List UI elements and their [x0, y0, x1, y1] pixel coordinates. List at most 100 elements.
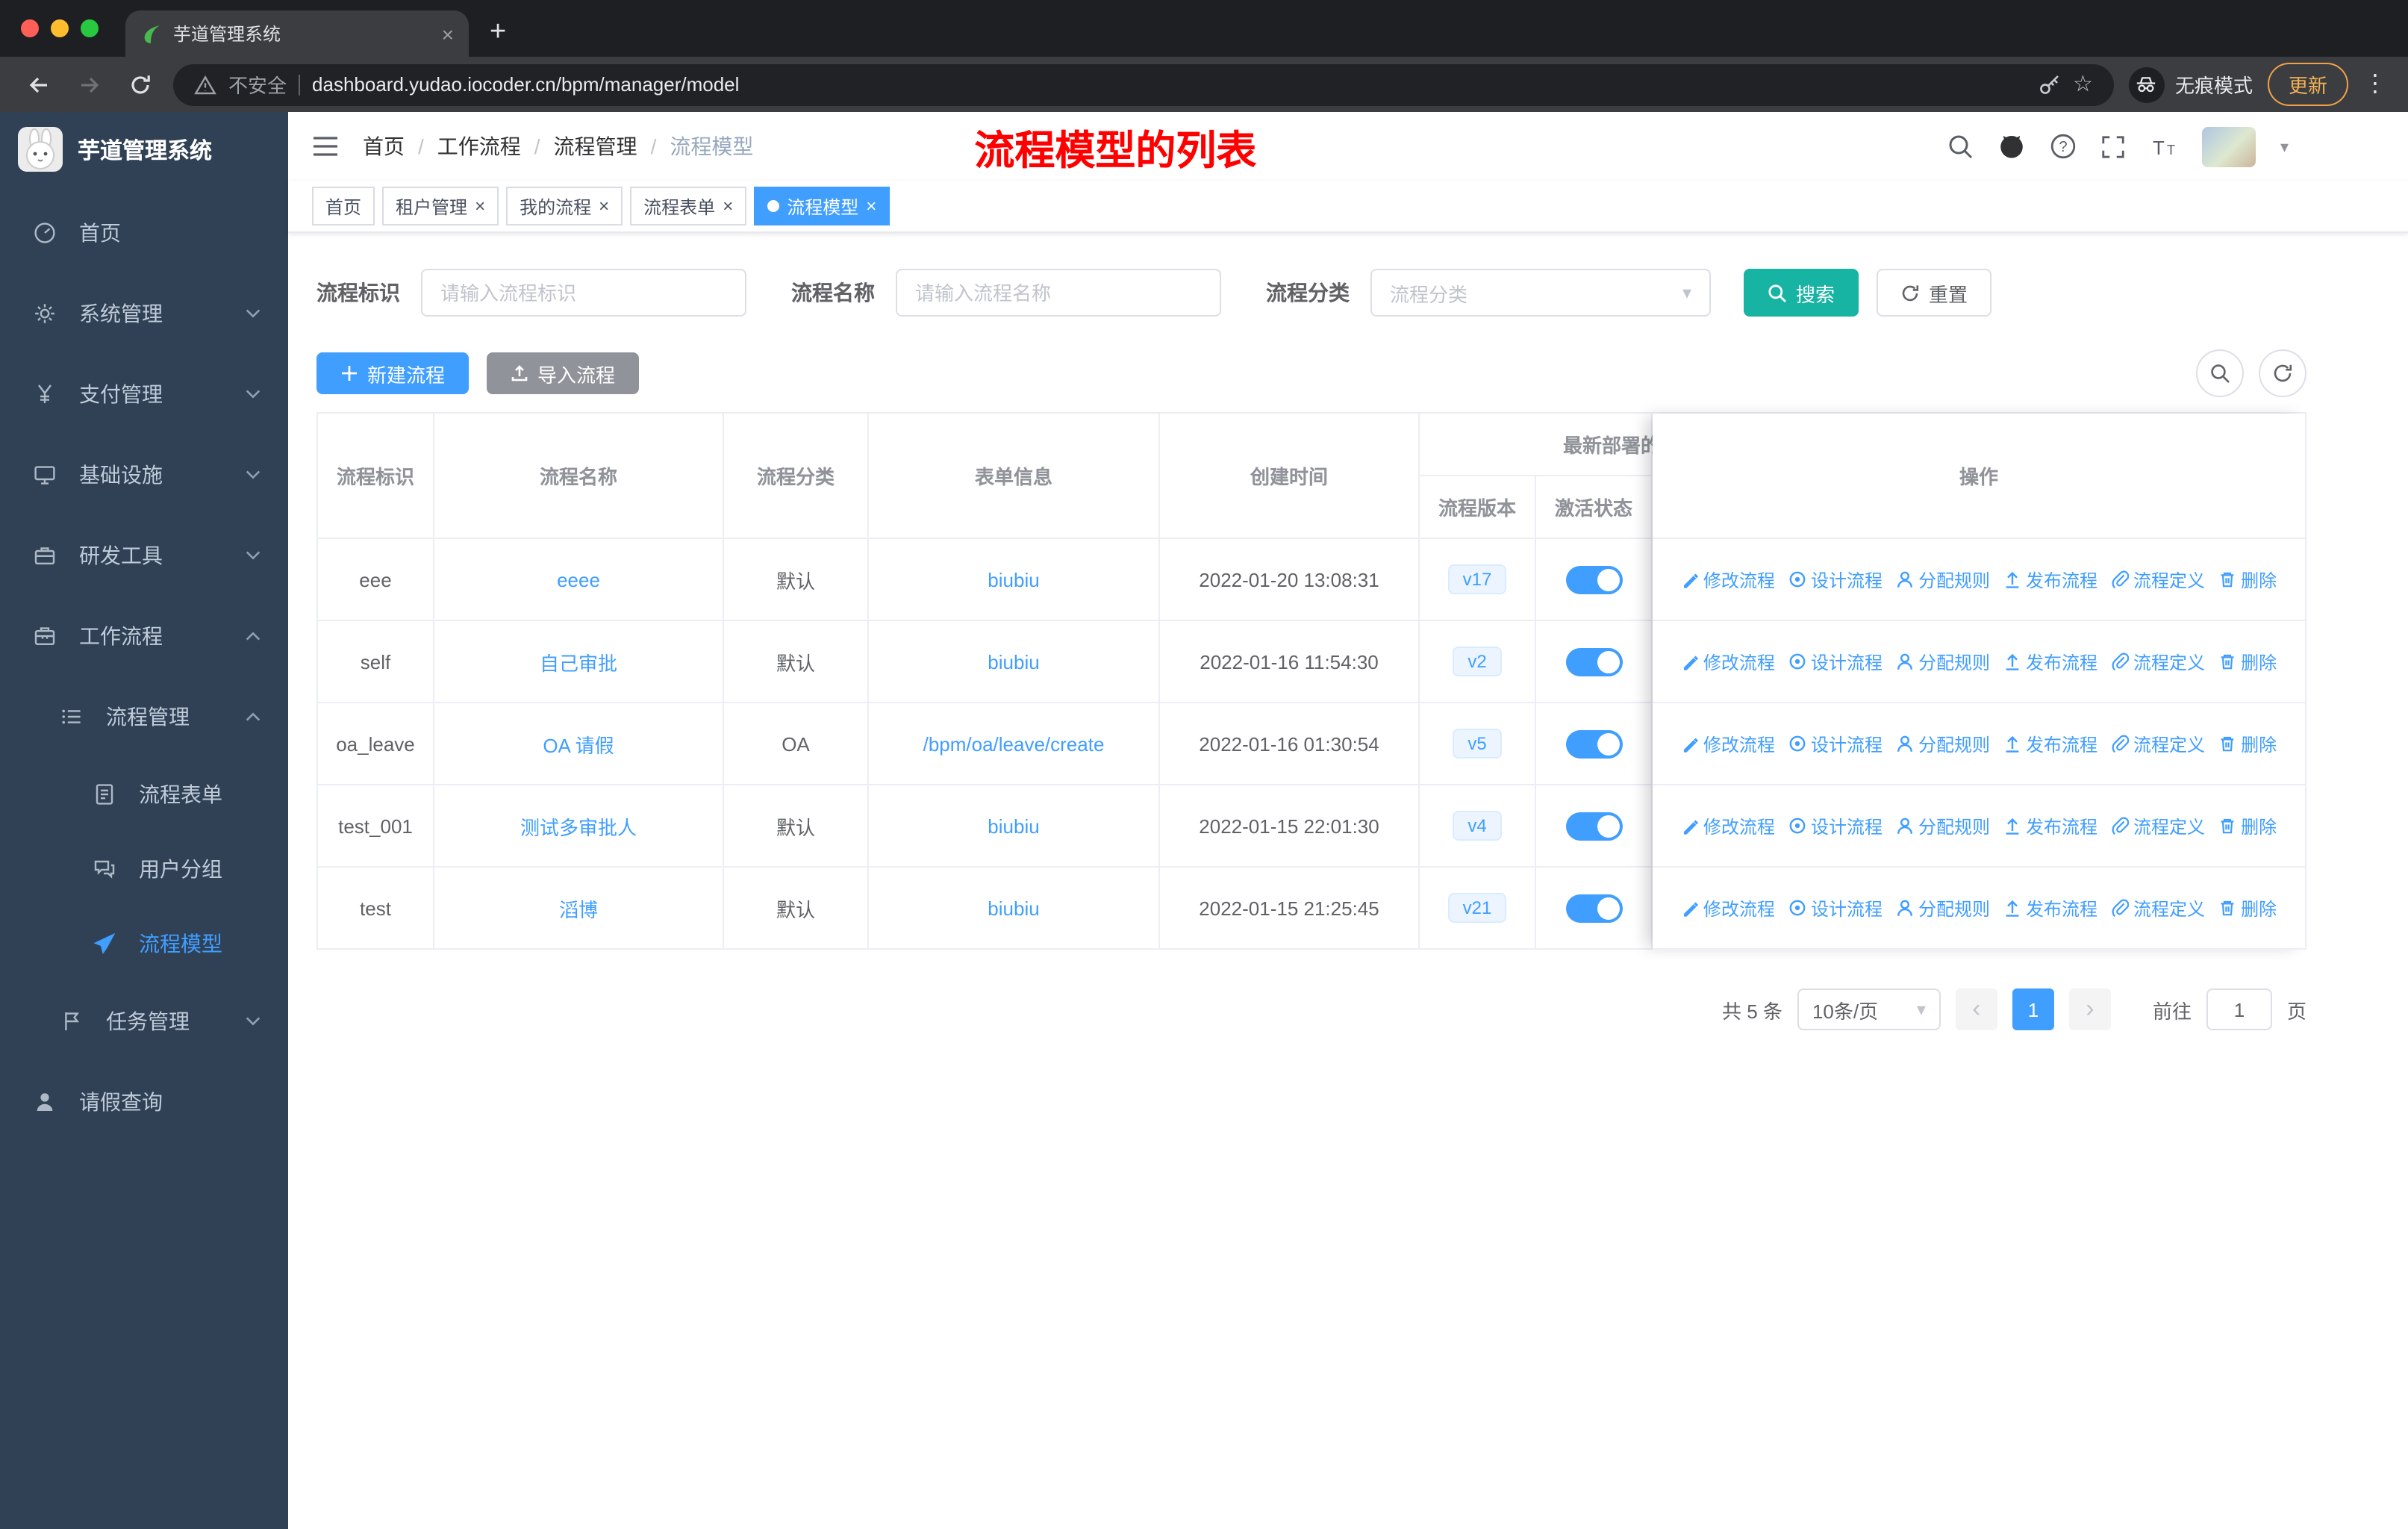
minimize-window-button[interactable] [51, 19, 69, 37]
action-update[interactable]: 修改流程 [1681, 649, 1775, 674]
close-icon[interactable]: × [866, 197, 876, 215]
active-toggle[interactable] [1565, 729, 1622, 758]
goto-page-input[interactable] [2206, 988, 2272, 1030]
model-name-link[interactable]: 测试多审批人 [520, 812, 637, 840]
active-toggle[interactable] [1565, 894, 1622, 922]
model-name-link[interactable]: OA 请假 [543, 729, 614, 758]
browser-tab[interactable]: 芋道管理系统 × [125, 10, 469, 57]
action-design[interactable]: 设计流程 [1788, 731, 1883, 756]
close-icon[interactable]: × [599, 197, 609, 215]
form-info-link[interactable]: biubiu [988, 568, 1039, 591]
forward-button[interactable] [72, 66, 107, 102]
close-window-button[interactable] [21, 19, 39, 37]
form-info-link[interactable]: biubiu [988, 897, 1039, 919]
action-publish[interactable]: 发布流程 [2003, 649, 2097, 674]
action-delete[interactable]: 删除 [2218, 895, 2277, 921]
action-publish[interactable]: 发布流程 [2003, 895, 2097, 921]
tag-home[interactable]: 首页 [312, 187, 375, 225]
action-definition[interactable]: 流程定义 [2111, 895, 2205, 921]
active-toggle[interactable] [1565, 565, 1622, 594]
action-update[interactable]: 修改流程 [1681, 895, 1775, 921]
sidebar-item-user-group[interactable]: 用户分组 [0, 832, 288, 906]
breadcrumb-home[interactable]: 首页 [363, 131, 405, 161]
search-icon[interactable] [1947, 133, 1974, 160]
form-info-link[interactable]: /bpm/oa/leave/create [923, 732, 1105, 755]
action-assign-rule[interactable]: 分配规则 [1896, 731, 1990, 756]
bookmark-star-icon[interactable]: ☆ [2073, 73, 2093, 96]
action-update[interactable]: 修改流程 [1681, 731, 1775, 756]
category-select[interactable]: 流程分类 ▾ [1370, 269, 1711, 317]
help-icon[interactable]: ? [2050, 133, 2077, 160]
sidebar-item-payment[interactable]: 支付管理 [0, 354, 288, 435]
refresh-button[interactable] [2259, 349, 2306, 397]
sidebar-item-infra[interactable]: 基础设施 [0, 435, 288, 515]
action-assign-rule[interactable]: 分配规则 [1896, 649, 1990, 674]
tag-my-process[interactable]: 我的流程 × [506, 187, 623, 225]
fullscreen-icon[interactable] [2101, 134, 2127, 159]
tag-process-form[interactable]: 流程表单 × [630, 187, 747, 225]
browser-menu-icon[interactable]: ⋮ [2363, 72, 2387, 96]
new-tab-button[interactable]: + [490, 18, 506, 46]
font-size-icon[interactable]: TT [2150, 134, 2179, 159]
sidebar-item-home[interactable]: 首页 [0, 193, 288, 273]
action-definition[interactable]: 流程定义 [2111, 649, 2205, 674]
action-design[interactable]: 设计流程 [1788, 813, 1883, 838]
action-definition[interactable]: 流程定义 [2111, 567, 2205, 592]
process-name-input[interactable] [896, 269, 1221, 317]
action-design[interactable]: 设计流程 [1788, 567, 1883, 592]
action-delete[interactable]: 删除 [2218, 649, 2277, 674]
action-assign-rule[interactable]: 分配规则 [1896, 567, 1990, 592]
close-icon[interactable]: × [723, 197, 733, 215]
action-delete[interactable]: 删除 [2218, 813, 2277, 838]
back-button[interactable] [21, 66, 57, 102]
action-publish[interactable]: 发布流程 [2003, 567, 2097, 592]
page-1-button[interactable]: 1 [2012, 988, 2054, 1030]
sidebar-item-leave-query[interactable]: 请假查询 [0, 1062, 288, 1142]
search-button[interactable]: 搜索 [1744, 269, 1859, 317]
sidebar-item-task-mgmt[interactable]: 任务管理 [0, 981, 288, 1062]
action-update[interactable]: 修改流程 [1681, 813, 1775, 838]
form-info-link[interactable]: biubiu [988, 815, 1039, 837]
active-toggle[interactable] [1565, 647, 1622, 676]
action-assign-rule[interactable]: 分配规则 [1896, 813, 1990, 838]
sidebar-item-process-model[interactable]: 流程模型 [0, 906, 288, 981]
tag-tenant-mgmt[interactable]: 租户管理 × [382, 187, 499, 225]
process-key-input[interactable] [421, 269, 746, 317]
model-name-link[interactable]: eeee [557, 568, 600, 591]
chevron-down-icon[interactable]: ▾ [2280, 137, 2289, 156]
close-icon[interactable]: × [475, 197, 485, 215]
show-search-button[interactable] [2196, 349, 2244, 397]
reset-button[interactable]: 重置 [1877, 269, 1992, 317]
action-definition[interactable]: 流程定义 [2111, 731, 2205, 756]
maximize-window-button[interactable] [81, 19, 99, 37]
github-icon[interactable] [1998, 133, 2027, 160]
url-bar[interactable]: 不安全 dashboard.yudao.iocoder.cn/bpm/manag… [173, 63, 2114, 105]
action-publish[interactable]: 发布流程 [2003, 731, 2097, 756]
breadcrumb-process-mgmt[interactable]: 流程管理 [554, 131, 637, 161]
tag-process-model[interactable]: 流程模型 × [754, 187, 890, 225]
action-design[interactable]: 设计流程 [1788, 895, 1883, 921]
sidebar-item-process-mgmt[interactable]: 流程管理 [0, 676, 288, 757]
sidebar-item-process-form[interactable]: 流程表单 [0, 757, 288, 832]
import-process-button[interactable]: 导入流程 [487, 352, 640, 394]
tab-close-icon[interactable]: × [442, 22, 454, 46]
update-button[interactable]: 更新 [2267, 63, 2348, 106]
next-page-button[interactable]: › [2068, 988, 2111, 1030]
security-label[interactable]: 不安全 [228, 70, 287, 99]
action-delete[interactable]: 删除 [2218, 567, 2277, 592]
prev-page-button[interactable]: ‹ [1955, 988, 1997, 1030]
form-info-link[interactable]: biubiu [988, 650, 1039, 673]
action-definition[interactable]: 流程定义 [2111, 813, 2205, 838]
model-name-link[interactable]: 自己审批 [540, 647, 617, 676]
sidebar-item-workflow[interactable]: 工作流程 [0, 596, 288, 676]
action-design[interactable]: 设计流程 [1788, 649, 1883, 674]
hamburger-icon[interactable] [312, 134, 339, 158]
action-publish[interactable]: 发布流程 [2003, 813, 2097, 838]
user-avatar[interactable] [2202, 126, 2256, 166]
active-toggle[interactable] [1565, 812, 1622, 840]
model-name-link[interactable]: 滔博 [559, 894, 598, 922]
reload-button[interactable] [122, 66, 158, 102]
key-icon[interactable] [2037, 72, 2061, 96]
sidebar-item-devtools[interactable]: 研发工具 [0, 515, 288, 596]
sidebar-item-system[interactable]: 系统管理 [0, 273, 288, 354]
